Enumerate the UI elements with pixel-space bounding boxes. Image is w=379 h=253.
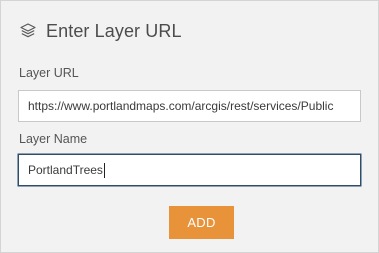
layer-name-input[interactable]: PortlandTrees [18, 154, 361, 186]
layer-name-label: Layer Name [19, 132, 88, 146]
panel-header: Enter Layer URL [19, 18, 182, 44]
add-layer-panel: Enter Layer URL Layer URL https://www.po… [0, 0, 379, 253]
layer-url-value: https://www.portlandmaps.com/arcgis/rest… [28, 99, 334, 113]
add-button[interactable]: ADD [169, 206, 234, 239]
layer-url-label: Layer URL [19, 66, 79, 80]
layer-name-value: PortlandTrees [28, 163, 103, 177]
panel-title: Enter Layer URL [46, 20, 182, 41]
text-caret [103, 163, 105, 179]
layer-url-input[interactable]: https://www.portlandmaps.com/arcgis/rest… [18, 90, 361, 122]
layers-icon [19, 22, 37, 40]
